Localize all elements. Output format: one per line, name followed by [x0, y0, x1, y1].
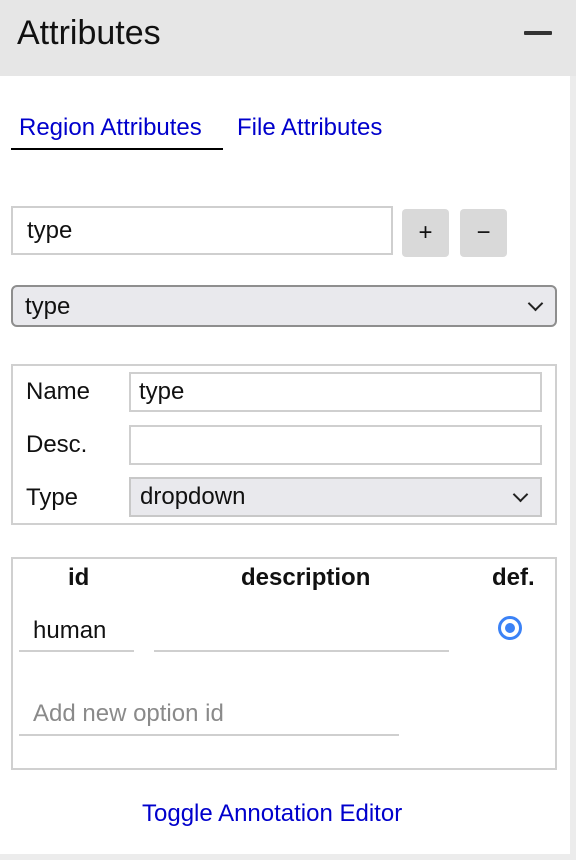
- attribute-name-input[interactable]: [11, 206, 393, 255]
- new-option-id-input[interactable]: [19, 694, 399, 736]
- add-attribute-button[interactable]: +: [402, 209, 449, 257]
- chevron-down-icon: [512, 486, 529, 503]
- default-option-radio[interactable]: [498, 616, 522, 640]
- panel-header: Attributes: [0, 0, 576, 76]
- panel-right-edge: [570, 76, 576, 860]
- type-label: Type: [26, 484, 79, 511]
- name-field[interactable]: [129, 372, 542, 412]
- remove-attribute-button[interactable]: −: [460, 209, 507, 257]
- column-header-default: def.: [492, 564, 535, 591]
- column-header-description: description: [241, 564, 371, 591]
- option-description-input[interactable]: [154, 612, 449, 652]
- option-id-input[interactable]: [19, 612, 134, 652]
- tab-region-attributes[interactable]: Region Attributes: [19, 113, 202, 143]
- attribute-select[interactable]: type: [11, 285, 557, 327]
- attribute-select-value: type: [25, 293, 71, 320]
- type-select[interactable]: dropdown: [129, 477, 542, 517]
- radio-selected-dot: [505, 623, 515, 633]
- type-select-value: dropdown: [140, 483, 246, 510]
- name-label: Name: [26, 378, 91, 405]
- desc-field[interactable]: [129, 425, 542, 465]
- tab-file-attributes[interactable]: File Attributes: [237, 113, 382, 143]
- toggle-annotation-editor-link[interactable]: Toggle Annotation Editor: [142, 799, 402, 829]
- collapse-button[interactable]: [520, 22, 556, 44]
- chevron-down-icon: [527, 295, 544, 312]
- panel-title: Attributes: [17, 14, 161, 52]
- desc-label: Desc.: [26, 431, 88, 458]
- minus-icon: [524, 31, 552, 35]
- active-tab-indicator: [11, 148, 223, 150]
- panel-bottom-edge: [0, 854, 576, 860]
- column-header-id: id: [68, 564, 90, 591]
